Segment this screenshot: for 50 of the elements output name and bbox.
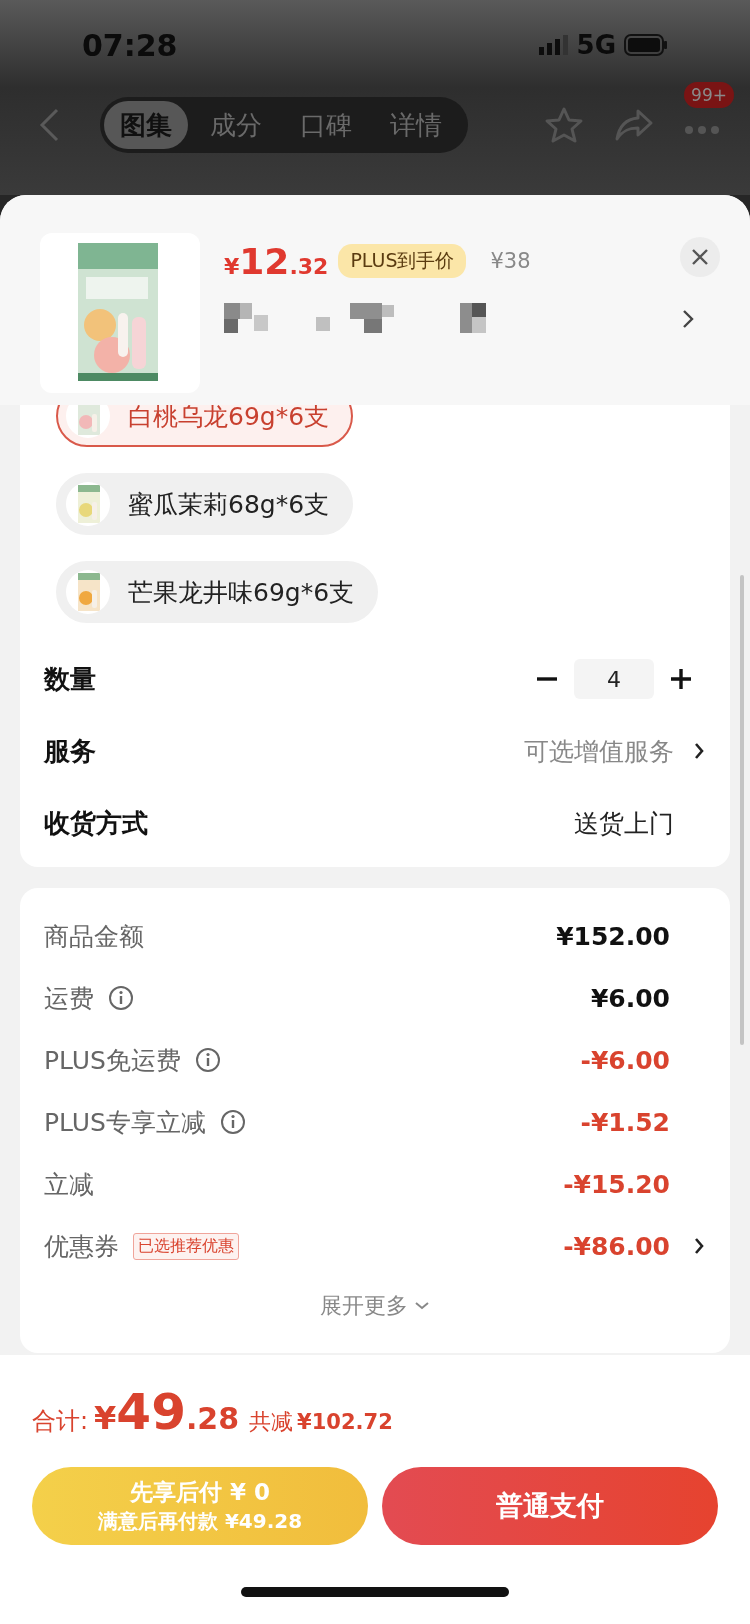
fee-label: PLUS专享立减 — [44, 1106, 206, 1139]
coupon-tag: 已选推荐优惠 — [133, 1232, 239, 1260]
chevron-right-icon[interactable] — [694, 1237, 704, 1255]
fee-amount: -¥1.52 — [580, 1107, 670, 1137]
close-button[interactable] — [680, 237, 720, 277]
tab[interactable]: 详情 — [374, 101, 458, 149]
variant-chip[interactable]: 蜜瓜茉莉68g*6支 — [56, 473, 354, 535]
original-price: ¥38 — [490, 249, 531, 273]
fee-amount: -¥86.00 — [563, 1231, 670, 1261]
total-label: 合计: — [32, 1406, 89, 1437]
fee-label: 立减 — [44, 1168, 94, 1201]
tab[interactable]: 口碑 — [284, 101, 368, 149]
expand-more-link[interactable]: 展开更多 — [320, 1291, 408, 1321]
tab[interactable]: 成分 — [194, 101, 278, 149]
chevron-down-icon[interactable] — [414, 1301, 430, 1311]
fee-amount: ¥152.00 — [556, 921, 670, 951]
option-value: 送货上门 — [574, 807, 674, 840]
signal-icon — [538, 35, 569, 55]
fee-label: 运费 — [44, 982, 94, 1015]
variant-chip[interactable]: 芒果龙井味69g*6支 — [56, 561, 379, 623]
info-icon[interactable] — [108, 985, 134, 1011]
close-icon — [691, 248, 709, 266]
chevron-right-icon[interactable] — [694, 742, 704, 760]
option-label: 服务 — [44, 734, 96, 768]
pay-button[interactable]: 普通支付 — [382, 1467, 718, 1545]
notification-badge: 99+ — [684, 81, 734, 108]
fee-amount: -¥6.00 — [580, 1045, 670, 1075]
total-price: ¥49.28 — [94, 1383, 240, 1441]
network-label: 5G — [576, 30, 616, 60]
fee-label: 商品金额 — [44, 920, 144, 953]
tab[interactable]: 图集 — [104, 101, 188, 149]
quantity-label: 数量 — [44, 662, 96, 696]
fee-amount: -¥15.20 — [563, 1169, 670, 1199]
option-value[interactable]: 可选增值服务 — [524, 734, 674, 768]
info-icon[interactable] — [194, 1047, 221, 1073]
star-icon[interactable] — [544, 106, 584, 144]
price: ¥12.32 — [224, 240, 329, 282]
plus-price-tag: PLUS到手价 — [338, 244, 467, 278]
battery-icon — [624, 34, 668, 56]
info-icon[interactable] — [219, 1109, 246, 1135]
quantity-field[interactable]: 4 — [574, 659, 654, 699]
saved-amount: ¥102.72 — [297, 1410, 393, 1434]
fee-amount: ¥6.00 — [590, 983, 670, 1013]
fee-label: 优惠券 — [44, 1230, 119, 1263]
saved-label: 共减 — [249, 1408, 294, 1436]
fee-label: PLUS免运费 — [44, 1044, 181, 1077]
status-time: 07:28 — [82, 27, 178, 63]
option-label: 收货方式 — [44, 806, 148, 840]
plus-icon[interactable] — [670, 668, 692, 690]
chevron-right-icon[interactable] — [682, 309, 694, 329]
